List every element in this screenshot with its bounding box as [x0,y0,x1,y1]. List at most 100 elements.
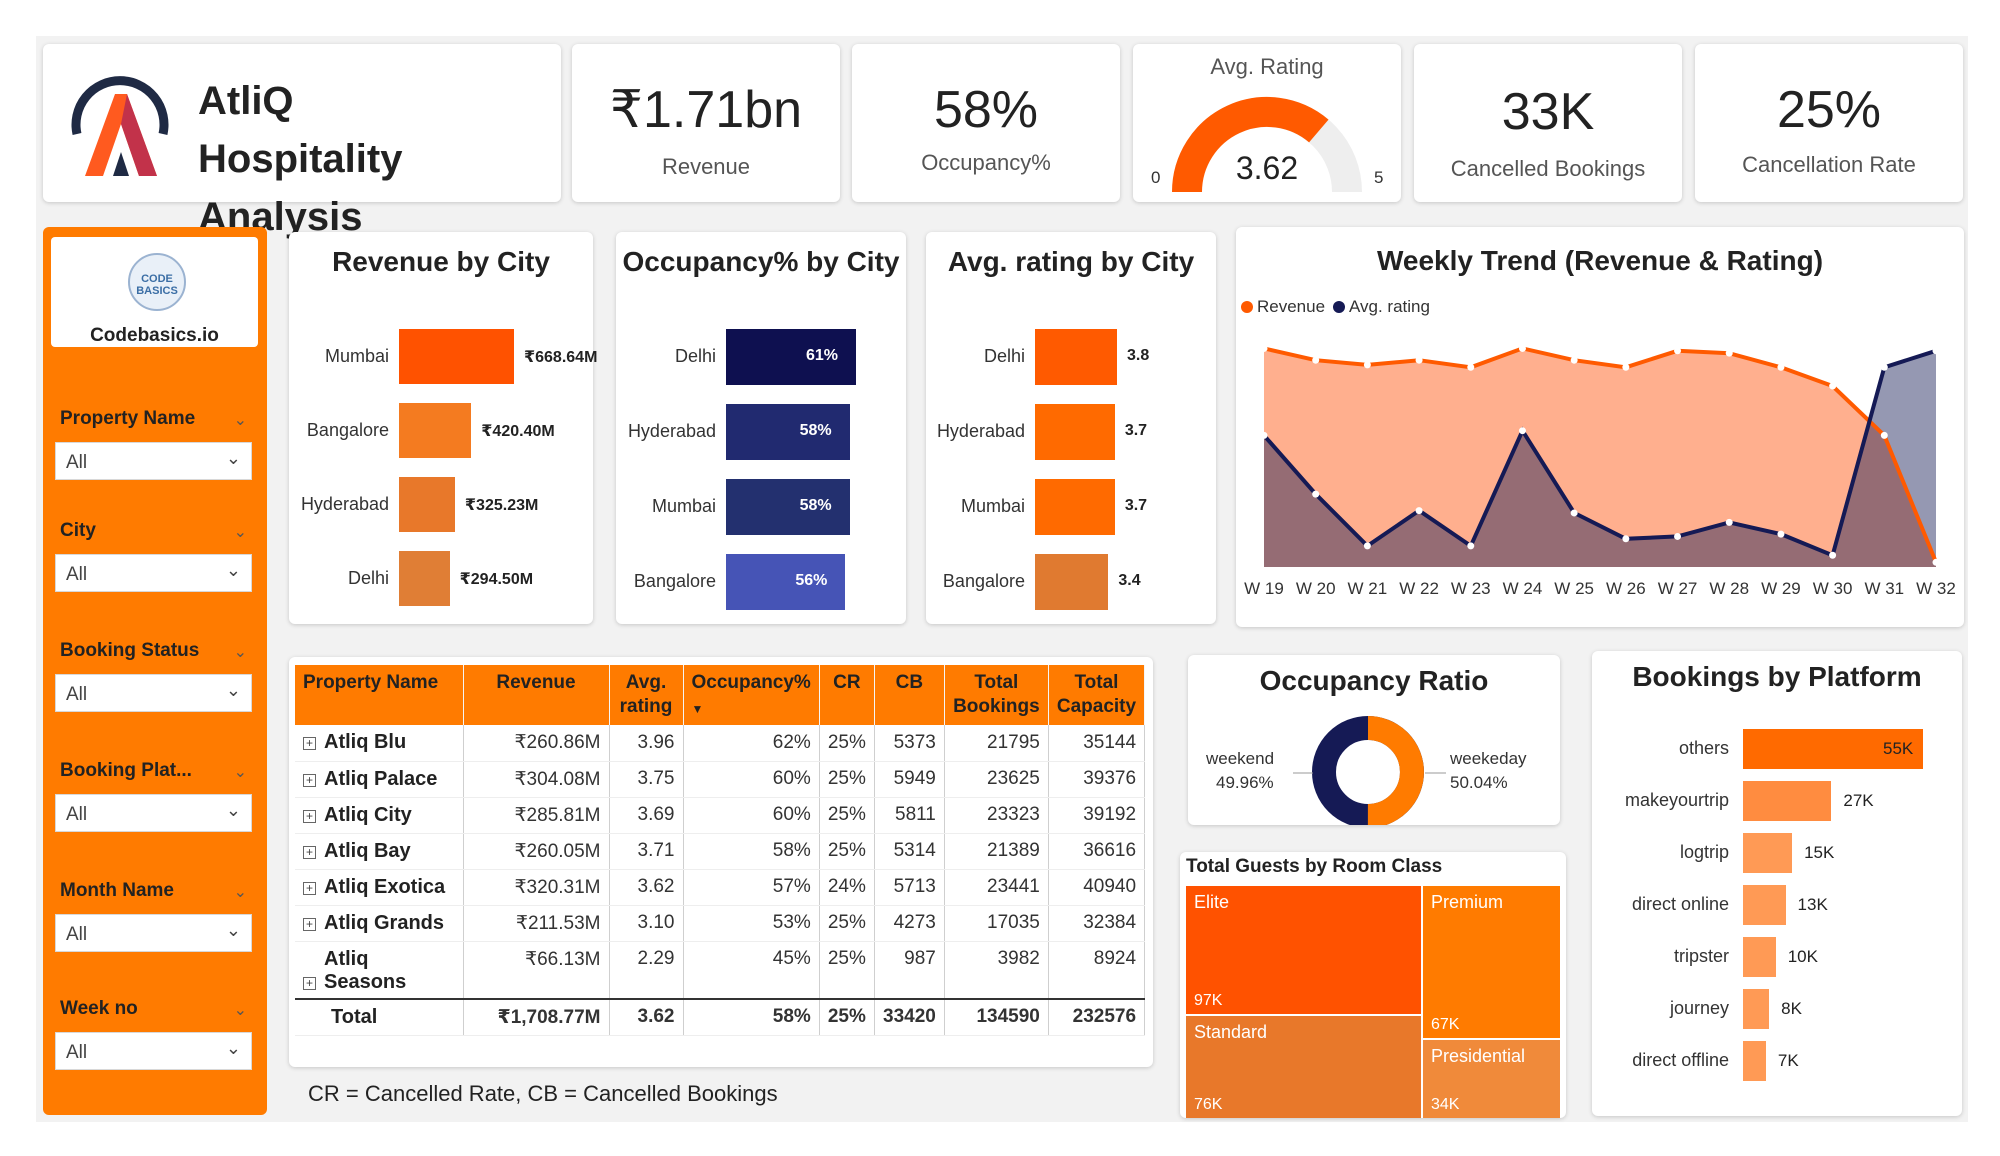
expand-icon[interactable]: + [303,809,316,823]
occupancy-cell: 45% [683,941,820,1000]
bar[interactable] [399,477,455,532]
col-avg-rating[interactable]: Avg. rating [609,665,684,725]
revenue-cell: ₹304.08M [463,761,610,798]
table-row[interactable]: + Atliq Grands ₹211.53M 3.10 53% 25% 4273 17035… [295,905,1146,942]
x-axis-tick-label: W 23 [1450,579,1491,598]
bar[interactable] [399,403,472,458]
table-row[interactable]: + Atliq Palace ₹304.08M 3.75 60% 25% 5949 23625… [295,761,1146,798]
table-row[interactable]: + Atliq City ₹285.81M 3.69 60% 25% 5811 23323 39… [295,797,1146,834]
chevron-down-icon[interactable]: ⌄ [234,642,247,662]
expand-icon[interactable]: + [303,773,316,787]
chevron-down-icon[interactable]: ⌄ [234,410,247,430]
expand-icon[interactable]: + [303,976,316,990]
bar[interactable] [1743,781,1832,821]
rating-line-point[interactable] [1622,535,1630,543]
treemap-presidential[interactable]: Presidential 34K [1423,1040,1560,1118]
gauge-value: 3.62 [1235,150,1299,186]
occupancy-cell: 60% [683,761,820,798]
revenue-line-point[interactable] [1518,344,1526,352]
rating-line-point[interactable] [1829,551,1837,559]
bar[interactable] [1743,833,1793,873]
slicer-dropdown-property-name[interactable]: All ⌄ [55,442,252,480]
table-row[interactable]: + Atliq Seasons ₹66.13M 2.29 45% 25% 987 3982 89… [295,941,1146,1000]
bar[interactable] [1035,329,1117,385]
rating-line-point[interactable] [1415,507,1423,515]
bar-data-label: 13K [1797,895,1828,914]
kpi-rating-card[interactable]: Avg. Rating 3.62 0 5 [1133,44,1401,202]
bar[interactable] [726,554,846,610]
table-row[interactable]: + Atliq Blu ₹260.86M 3.96 62% 25% 5373 21795 351… [295,725,1146,762]
bar-category-label: Mumbai [324,345,389,366]
revenue-line-point[interactable] [1932,558,1940,566]
revenue-line-point[interactable] [1467,363,1475,371]
rating-line-point[interactable] [1312,490,1320,498]
slicer-dropdown-booking-plat[interactable]: All ⌄ [55,794,252,832]
revenue-line-point[interactable] [1570,356,1578,364]
chevron-down-icon[interactable]: ⌄ [234,522,247,542]
capacity-cell: 35144 [1048,725,1146,762]
bar[interactable] [1035,404,1115,460]
rating-line-point[interactable] [1932,347,1940,355]
treemap-premium[interactable]: Premium 67K [1423,886,1560,1038]
revenue-line-point[interactable] [1363,361,1371,369]
bar[interactable] [399,329,514,384]
revenue-line-point[interactable] [1829,382,1837,390]
table-total-row: Total ₹1,708.77M 3.62 58% 25% 33420 134590 2325… [295,998,1146,1036]
bar[interactable] [1743,1041,1766,1081]
revenue-line-point[interactable] [1622,363,1630,371]
treemap-elite[interactable]: Elite 97K [1186,886,1421,1014]
col-total-capacity[interactable]: Total Capacity [1048,665,1146,725]
bar[interactable] [1743,937,1776,977]
treemap-standard[interactable]: Standard 76K [1186,1016,1421,1118]
col-cr[interactable]: CR [819,665,875,725]
col-revenue[interactable]: Revenue [463,665,610,725]
expand-icon[interactable]: + [303,917,316,931]
chevron-down-icon: ⌄ [225,680,241,700]
page-title-line-1: AtliQ Hospitality [198,79,403,181]
revenue-line-point[interactable] [1880,431,1888,439]
kpi-cancel-rate-card[interactable]: 25% Cancellation Rate [1695,44,1963,202]
kpi-cancelled-card[interactable]: 33K Cancelled Bookings [1414,44,1682,202]
col-total-bookings[interactable]: Total Bookings [944,665,1049,725]
rating-line-point[interactable] [1725,518,1733,526]
chevron-down-icon[interactable]: ⌄ [234,762,247,782]
kpi-occupancy-card[interactable]: 58% Occupancy% [852,44,1120,202]
kpi-cancelled-label: Cancelled Bookings [1450,156,1646,181]
expand-icon[interactable]: + [303,845,316,859]
bar[interactable] [399,551,450,606]
col-cb[interactable]: CB [874,665,945,725]
revenue-line-point[interactable] [1260,344,1268,352]
table-row[interactable]: + Atliq Bay ₹260.05M 3.71 58% 25% 5314 21389 366… [295,833,1146,870]
revenue-line-point[interactable] [1415,356,1423,364]
rating-line-point[interactable] [1777,530,1785,538]
revenue-line-point[interactable] [1312,356,1320,364]
rating-line-point[interactable] [1363,542,1371,550]
bar[interactable] [1743,989,1770,1029]
cr-cell: 25% [819,725,875,762]
revenue-line-point[interactable] [1725,349,1733,357]
chevron-down-icon[interactable]: ⌄ [234,1000,247,1020]
rating-line-point[interactable] [1260,431,1268,439]
rating-line-point[interactable] [1674,532,1682,540]
rating-line-point[interactable] [1467,542,1475,550]
col-property-name[interactable]: Property Name [295,665,464,725]
slicer-dropdown-city[interactable]: All ⌄ [55,554,252,592]
slicer-dropdown-week-no[interactable]: All ⌄ [55,1032,252,1070]
col-occupancy[interactable]: Occupancy% ▼ [683,665,820,725]
slicer-dropdown-booking-status[interactable]: All ⌄ [55,674,252,712]
table-row[interactable]: + Atliq Exotica ₹320.31M 3.62 57% 24% 5713 2344… [295,869,1146,906]
chevron-down-icon[interactable]: ⌄ [234,882,247,902]
bar[interactable] [1035,554,1109,610]
expand-icon[interactable]: + [303,881,316,895]
bar[interactable] [1743,885,1786,925]
slicer-dropdown-month-name[interactable]: All ⌄ [55,914,252,952]
treemap-standard-name: Standard [1194,1022,1268,1042]
rating-line-point[interactable] [1880,363,1888,371]
expand-icon[interactable]: + [303,737,316,751]
revenue-line-point[interactable] [1777,363,1785,371]
revenue-line-point[interactable] [1674,347,1682,355]
kpi-revenue-card[interactable]: ₹1.71bn Revenue [572,44,840,202]
bar[interactable] [1035,479,1115,535]
rating-line-point[interactable] [1570,509,1578,517]
rating-line-point[interactable] [1518,427,1526,435]
